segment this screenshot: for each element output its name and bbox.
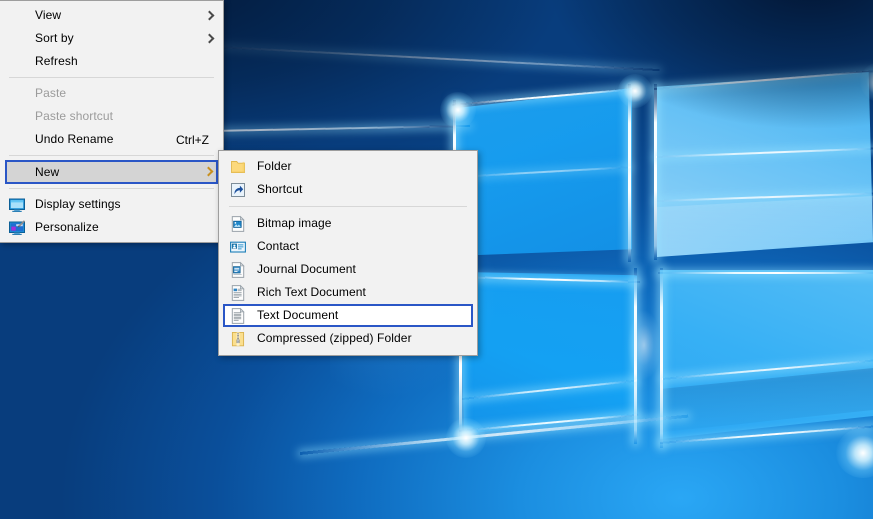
wallpaper-beam <box>659 425 873 444</box>
wallpaper-beam <box>628 84 631 262</box>
wallpaper-beam <box>661 359 873 380</box>
wallpaper-beam <box>660 268 663 448</box>
monitor-icon <box>8 196 26 214</box>
wallpaper-beam <box>634 268 637 444</box>
menu-item-view[interactable]: View <box>0 4 223 27</box>
menu-separator <box>9 77 214 78</box>
desktop-context-menu[interactable]: View Sort by Refresh Paste Paste shortcu… <box>0 0 224 243</box>
wallpaper-beam <box>461 379 638 400</box>
wallpaper-beam <box>654 84 657 260</box>
submenu-item-contact[interactable]: Contact <box>219 235 477 258</box>
menu-item-display-settings[interactable]: Display settings <box>0 193 223 216</box>
submenu-item-journal-document[interactable]: Journal Document <box>219 258 477 281</box>
personalize-icon <box>8 219 26 237</box>
wallpaper-pane-top-right <box>657 72 873 257</box>
submenu-item-label: Folder <box>257 159 292 173</box>
submenu-item-rich-text-document[interactable]: Rich Text Document <box>219 281 477 304</box>
rich-text-icon <box>229 284 247 302</box>
submenu-item-shortcut[interactable]: Shortcut <box>219 178 477 201</box>
wallpaper-pane-top-left <box>452 88 632 256</box>
wallpaper-beam <box>454 166 631 178</box>
wallpaper-highlight-band-top-right <box>657 196 873 258</box>
menu-item-label: Paste <box>35 86 67 100</box>
menu-item-refresh[interactable]: Refresh <box>0 50 223 73</box>
wallpaper-vignette-top-right <box>430 0 873 230</box>
menu-item-label: View <box>35 8 62 22</box>
submenu-item-label: Contact <box>257 239 300 253</box>
wallpaper-light-spark <box>836 428 873 478</box>
wallpaper-light-spark <box>622 300 666 390</box>
wallpaper-beam <box>653 70 873 90</box>
submenu-item-compressed-zipped-folder[interactable]: Compressed (zipped) Folder <box>219 327 477 350</box>
menu-separator <box>9 188 214 189</box>
journal-icon <box>229 261 247 279</box>
contact-icon <box>229 238 247 256</box>
wallpaper-pane-bottom-left <box>459 272 637 434</box>
chevron-right-icon <box>205 32 215 46</box>
submenu-item-label: Rich Text Document <box>257 285 366 299</box>
menu-item-label: Refresh <box>35 54 78 68</box>
wallpaper-beam <box>655 147 873 158</box>
wallpaper-beam <box>658 272 873 274</box>
wallpaper-beam <box>457 276 640 284</box>
wallpaper-beam <box>451 87 636 106</box>
submenu-item-label: Text Document <box>257 308 339 322</box>
submenu-item-label: Journal Document <box>257 262 356 276</box>
menu-item-undo-rename[interactable]: Undo Rename Ctrl+Z <box>0 128 223 151</box>
submenu-item-label: Shortcut <box>257 182 303 196</box>
wallpaper-light-spark <box>446 418 486 458</box>
chevron-right-icon <box>205 9 215 23</box>
wallpaper-light-spark <box>618 74 652 108</box>
wallpaper-beam <box>458 413 639 432</box>
shortcut-icon <box>229 181 247 199</box>
submenu-item-label: Bitmap image <box>257 216 332 230</box>
wallpaper-pane-bottom-right <box>660 270 873 440</box>
wallpaper-light-spark <box>860 62 873 102</box>
submenu-item-folder[interactable]: Folder <box>219 155 477 178</box>
menu-item-accelerator: Ctrl+Z <box>176 132 209 147</box>
new-submenu[interactable]: Folder Shortcut Bitmap image Contact Jou… <box>218 150 478 356</box>
chevron-right-icon <box>204 165 214 179</box>
submenu-item-bitmap-image[interactable]: Bitmap image <box>219 212 477 235</box>
bitmap-image-icon <box>229 215 247 233</box>
folder-icon <box>229 158 247 176</box>
menu-item-paste: Paste <box>0 82 223 105</box>
menu-item-label: Undo Rename <box>35 132 114 146</box>
menu-item-label: New <box>35 164 60 179</box>
wallpaper-light-spark <box>440 92 476 128</box>
menu-item-personalize[interactable]: Personalize <box>0 216 223 239</box>
submenu-separator <box>229 206 467 207</box>
menu-item-sort-by[interactable]: Sort by <box>0 27 223 50</box>
desktop[interactable]: View Sort by Refresh Paste Paste shortcu… <box>0 0 873 519</box>
menu-item-label: Display settings <box>35 197 121 211</box>
menu-item-label: Paste shortcut <box>35 109 114 123</box>
submenu-item-label: Compressed (zipped) Folder <box>257 331 412 345</box>
wallpaper-beam <box>656 192 873 202</box>
menu-item-paste-shortcut: Paste shortcut <box>0 105 223 128</box>
zip-folder-icon <box>229 330 247 348</box>
text-document-icon <box>229 307 247 325</box>
menu-item-label: Sort by <box>35 31 74 45</box>
wallpaper-beam <box>179 44 660 72</box>
menu-item-label: Personalize <box>35 220 99 234</box>
submenu-item-text-document[interactable]: Text Document <box>223 304 473 327</box>
menu-item-new[interactable]: New <box>5 160 218 184</box>
wallpaper-beam <box>299 414 689 455</box>
menu-separator <box>9 155 214 156</box>
wallpaper-shadow-band-bottom-right <box>660 368 873 433</box>
